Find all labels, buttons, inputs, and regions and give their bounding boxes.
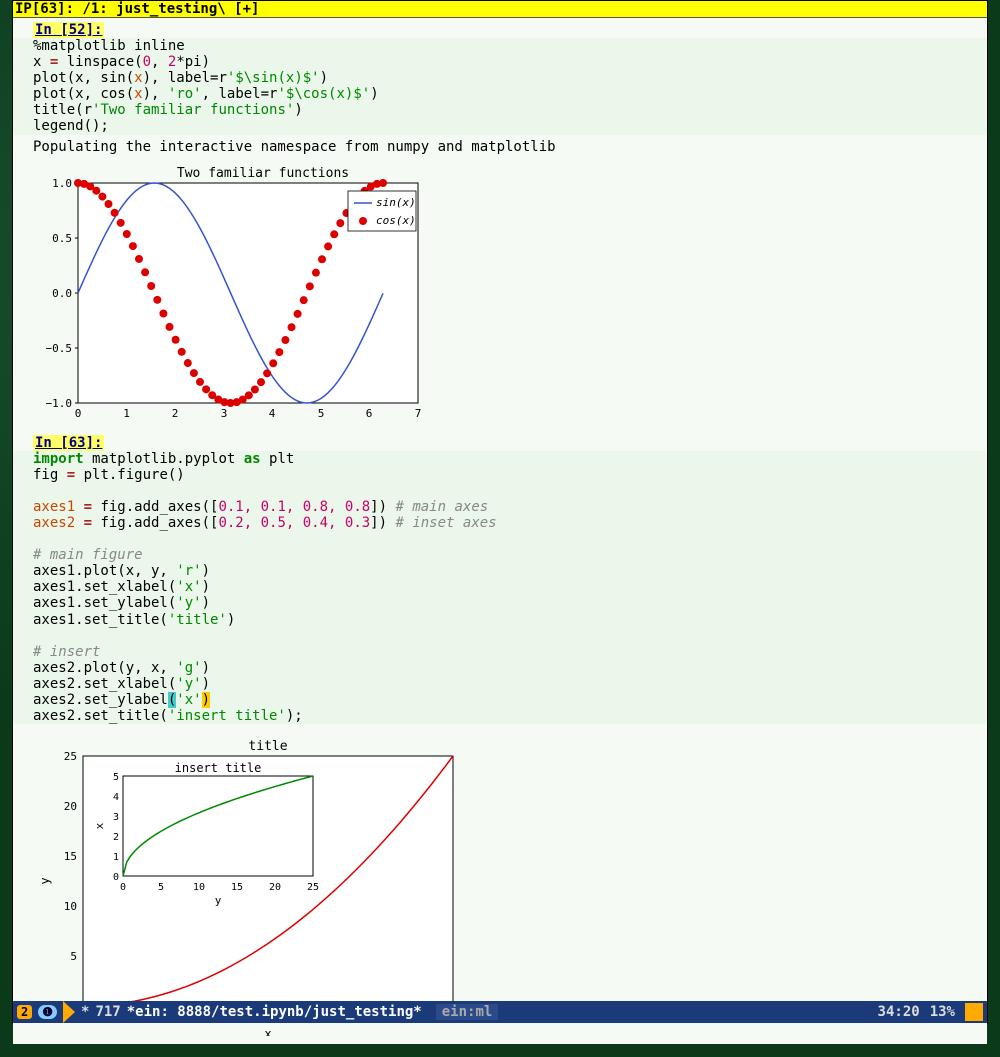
buffer-size: 717 — [95, 1004, 120, 1020]
svg-text:3: 3 — [113, 812, 119, 823]
cell-1[interactable]: In [52]: %matplotlib inline x = linspace… — [13, 18, 987, 431]
svg-text:1: 1 — [123, 407, 130, 420]
svg-text:10: 10 — [193, 882, 205, 893]
svg-text:1.0: 1.0 — [52, 177, 72, 190]
code-block-2[interactable]: import matplotlib.pyplot as plt fig = pl… — [13, 451, 987, 725]
svg-text:20: 20 — [64, 800, 77, 813]
svg-text:5: 5 — [113, 772, 119, 783]
svg-text:25: 25 — [64, 750, 77, 763]
cell-stdout: Populating the interactive namespace fro… — [13, 139, 987, 155]
code-block-1[interactable]: %matplotlib inline x = linspace(0, 2*pi)… — [13, 38, 987, 135]
svg-text:5: 5 — [158, 882, 164, 893]
svg-text:cos(x): cos(x) — [376, 214, 416, 227]
svg-text:6: 6 — [366, 407, 373, 420]
svg-text:x: x — [264, 1027, 271, 1036]
svg-text:10: 10 — [64, 900, 77, 913]
svg-text:15: 15 — [64, 850, 77, 863]
svg-text:0: 0 — [120, 882, 126, 893]
title-bar: IP[63]: /1: just_testing\ [+] — [13, 1, 987, 18]
modeline-arrow-icon — [63, 1001, 75, 1023]
editor-window: IP[63]: /1: just_testing\ [+] In [52]: %… — [12, 0, 988, 1024]
plot-title: Two familiar functions — [177, 166, 349, 181]
svg-text:4: 4 — [113, 792, 119, 803]
mode-line: 2 ❶ * 717 *ein: 8888/test.ipynb/just_tes… — [13, 1001, 987, 1023]
window-badge: ❶ — [38, 1005, 57, 1019]
cursor-position: 34:20 — [878, 1004, 920, 1020]
cell-prompt: In [63]: — [33, 435, 104, 451]
svg-text:sin(x): sin(x) — [376, 196, 416, 209]
svg-text:20: 20 — [269, 882, 281, 893]
cell-prompt: In [52]: — [33, 22, 104, 38]
buffer-name: *ein: 8888/test.ipynb/just_testing* — [127, 1004, 422, 1020]
plot-2-svg: title 25 20 15 10 5 0 0 1 2 3 4 5 x y — [33, 736, 473, 1036]
svg-text:15: 15 — [231, 882, 243, 893]
plot-legend: sin(x) cos(x) — [348, 191, 416, 231]
svg-text:0: 0 — [113, 872, 119, 883]
svg-text:insert title: insert title — [175, 761, 262, 775]
svg-text:5: 5 — [70, 950, 77, 963]
svg-text:0: 0 — [75, 407, 82, 420]
plot-2: title 2520151050 012345 x y — [13, 728, 987, 1044]
cell-2[interactable]: In [63]: import matplotlib.pyplot as plt… — [13, 431, 987, 1045]
svg-text:−1.0: −1.0 — [46, 397, 73, 410]
svg-text:y: y — [38, 878, 52, 885]
svg-text:1: 1 — [113, 852, 119, 863]
modified-star: * — [81, 1004, 89, 1020]
svg-text:2: 2 — [113, 832, 119, 843]
svg-text:5: 5 — [318, 407, 325, 420]
plot-1: Two familiar functions 1.0 0.5 0.0 −0.5 … — [13, 155, 987, 431]
svg-text:7: 7 — [415, 407, 422, 420]
modeline-end-icon — [965, 1003, 983, 1021]
workspace-badge: 2 — [17, 1005, 32, 1019]
svg-text:3: 3 — [221, 407, 228, 420]
svg-text:25: 25 — [307, 882, 319, 893]
svg-text:4: 4 — [269, 407, 276, 420]
svg-text:0.5: 0.5 — [52, 232, 72, 245]
svg-text:−0.5: −0.5 — [46, 342, 73, 355]
svg-text:y: y — [215, 894, 222, 907]
svg-text:2: 2 — [172, 407, 179, 420]
svg-text:x: x — [93, 822, 106, 829]
major-mode: ein:ml — [436, 1004, 499, 1020]
plot-2-title: title — [248, 739, 287, 754]
buffer-percent: 13% — [930, 1004, 955, 1020]
svg-text:0.0: 0.0 — [52, 287, 72, 300]
plot-1-svg: Two familiar functions 1.0 0.5 0.0 −0.5 … — [33, 163, 423, 423]
